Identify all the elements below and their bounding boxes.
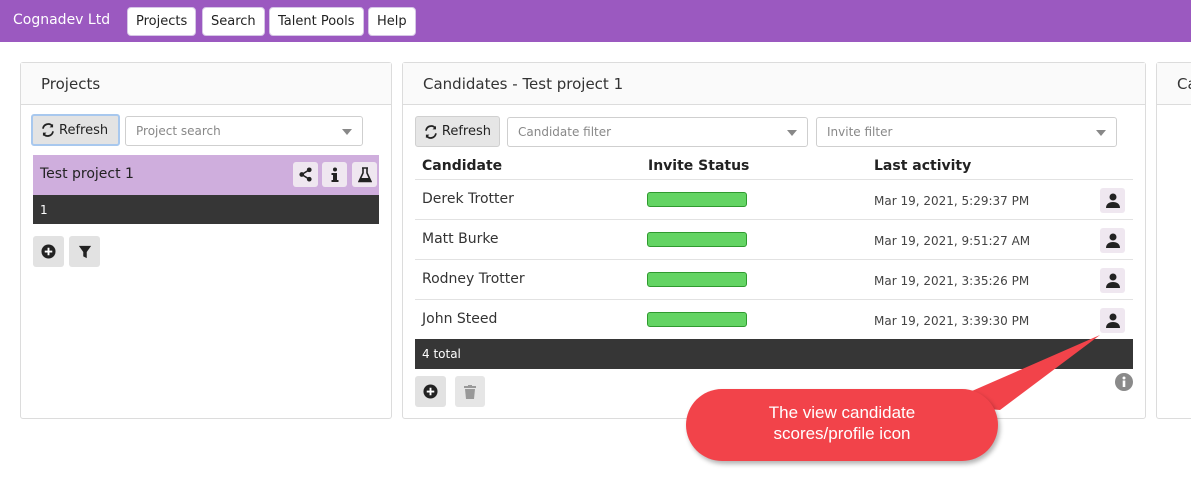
callout-text-line2: scores/profile icon	[773, 424, 911, 443]
annotation-callout: The view candidate scores/profile icon	[686, 389, 998, 461]
callout-text-line1: The view candidate	[768, 403, 916, 422]
callout-pointer	[940, 335, 1100, 410]
